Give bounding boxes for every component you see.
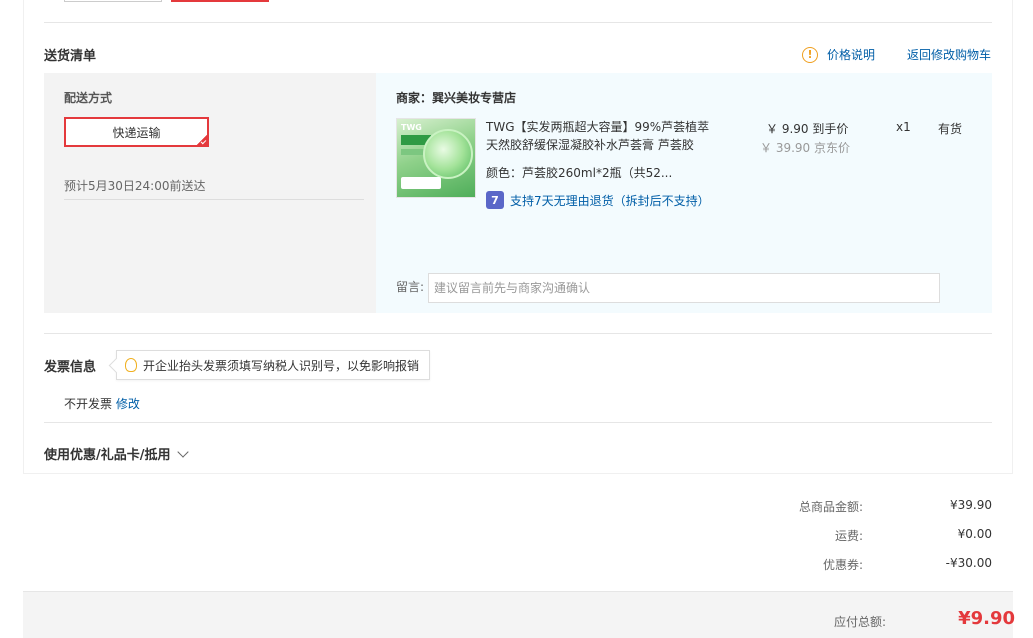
- product-thumbnail[interactable]: TWG: [396, 118, 476, 198]
- product-jar-image: [423, 129, 473, 179]
- coupon-title: 使用优惠/礼品卡/抵用: [44, 448, 171, 463]
- shipping-panel: 配送方式 快递运输 预计5月30日24:00前送达: [44, 73, 376, 313]
- product-name[interactable]: TWG【实发两瓶超大容量】99%芦荟植萃天然胶舒缓保湿凝胶补水芦荟膏 芦荟胶: [486, 118, 721, 154]
- divider: [44, 333, 992, 334]
- payable-total-value: ¥9.90: [958, 608, 1015, 629]
- shipping-method-option-label: 快递运输: [112, 125, 161, 140]
- divider: [44, 22, 992, 23]
- stock-status: 有货: [938, 122, 963, 136]
- delivery-eta: 预计5月30日24:00前送达: [64, 179, 206, 193]
- price-info-label[interactable]: 价格说明: [827, 46, 875, 63]
- coupon-discount-value: -¥30.00: [945, 556, 992, 570]
- invoice-state-text: 不开发票: [64, 397, 113, 411]
- delivery-list-title: 送货清单: [44, 49, 97, 64]
- coupon-toggle[interactable]: 使用优惠/礼品卡/抵用: [44, 444, 189, 463]
- invoice-title: 发票信息: [44, 360, 97, 375]
- back-to-cart-link[interactable]: 返回修改购物车: [907, 46, 991, 63]
- divider: [64, 199, 364, 200]
- product-original-price: ￥ 39.90 京东价: [760, 141, 850, 155]
- product-color: 颜色：芦荟胶260ml*2瓶（共52...: [486, 164, 672, 181]
- product-quantity: x1: [896, 120, 911, 134]
- product-color-value: 芦荟胶260ml*2瓶（共52...: [522, 166, 673, 180]
- seller-name: 商家：巽兴美妆专营店: [396, 91, 517, 105]
- goods-panel: 商家：巽兴美妆专营店 TWG TWG【实发两瓶超大容量】99%芦荟植萃天然胶舒缓…: [376, 73, 992, 313]
- note-input[interactable]: [428, 273, 940, 303]
- price-info-link[interactable]: ! 价格说明: [802, 46, 875, 63]
- product-thumbnail-badge: [401, 177, 441, 189]
- return-policy-text: 支持7天无理由退货（拆封后不支持）: [510, 193, 710, 208]
- note-label: 留言:: [396, 280, 425, 294]
- coupon-discount-label: 优惠券:: [822, 558, 863, 572]
- seven-day-return-icon: 7: [486, 191, 504, 209]
- shipping-fee-value: ¥0.00: [957, 527, 992, 541]
- product-price: ￥ 9.90 到手价: [766, 122, 849, 136]
- invoice-tip-text: 开企业抬头发票须填写纳税人识别号，以免影响报销: [143, 358, 420, 373]
- invoice-tip: 开企业抬头发票须填写纳税人识别号，以免影响报销: [116, 350, 431, 380]
- return-policy[interactable]: 7 支持7天无理由退货（拆封后不支持）: [486, 191, 710, 209]
- divider: [44, 422, 992, 423]
- goods-total-label: 总商品金额:: [798, 500, 863, 514]
- invoice-edit-link[interactable]: 修改: [116, 397, 140, 411]
- chevron-down-icon: [176, 445, 189, 458]
- selected-check-icon: [196, 134, 207, 145]
- lightbulb-icon: [125, 358, 137, 372]
- payable-total-label: 应付总额:: [833, 615, 886, 629]
- shipping-method-label: 配送方式: [64, 91, 113, 105]
- invoice-state: 不开发票 修改: [64, 395, 140, 412]
- total-bar: 应付总额: ¥9.90: [23, 591, 1015, 638]
- shipping-method-express-button[interactable]: 快递运输: [64, 117, 209, 147]
- product-color-label: 颜色：: [486, 166, 523, 180]
- goods-total-value: ¥39.90: [950, 498, 992, 512]
- shipping-fee-label: 运费:: [834, 529, 863, 543]
- product-thumbnail-brand: TWG: [401, 123, 422, 132]
- warning-icon: !: [802, 46, 818, 63]
